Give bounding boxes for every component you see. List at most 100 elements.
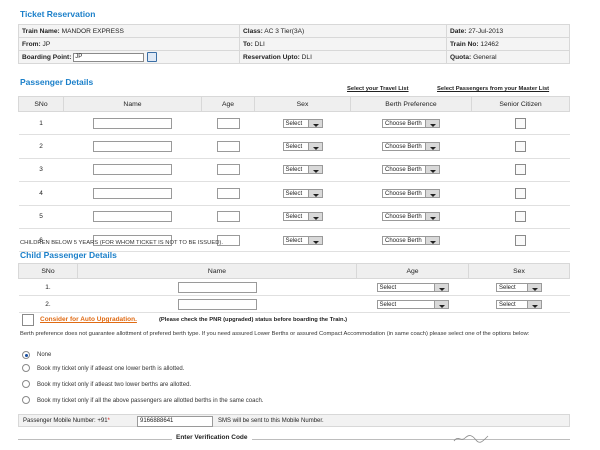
chevron-down-icon xyxy=(527,300,541,308)
travel-list-link[interactable]: Select your Travel List xyxy=(347,86,409,92)
passenger-age-input[interactable] xyxy=(216,187,240,199)
row-sno: 1 xyxy=(18,111,64,136)
passenger-berth-select[interactable]: Choose Berth xyxy=(382,165,440,175)
boarding-label: Boarding Point: xyxy=(22,53,72,61)
from-value: JP xyxy=(42,40,51,48)
quota-value: General xyxy=(473,53,497,61)
child-age-select[interactable]: Select xyxy=(376,282,449,292)
option-none-radio[interactable] xyxy=(22,351,30,359)
table-row: 4 Select Choose Berth xyxy=(18,181,570,206)
train-no-label: Train No: xyxy=(450,40,479,48)
passenger-name-input[interactable] xyxy=(93,164,172,176)
mobile-row: Passenger Mobile Number: +91* 9166888641… xyxy=(18,414,570,427)
row-sno: 3 xyxy=(18,158,64,183)
header-sex: Sex xyxy=(254,96,351,112)
senior-citizen-checkbox[interactable] xyxy=(515,211,526,223)
class-value: AC 3 Tier(3A) xyxy=(264,27,305,35)
chevron-down-icon xyxy=(307,119,322,127)
header-senior: Senior Citizen xyxy=(471,96,570,112)
mobile-number-input[interactable]: 9166888641 xyxy=(137,416,213,427)
auto-upgrade-link[interactable]: Consider for Auto Upgradation. xyxy=(40,316,137,323)
required-marker: * xyxy=(107,418,110,424)
chevron-down-icon xyxy=(527,283,541,291)
mobile-sms-note: SMS will be sent to this Mobile Number. xyxy=(218,418,324,424)
child-header-sno: SNo xyxy=(18,263,78,279)
passenger-name-input[interactable] xyxy=(93,211,172,223)
passenger-sex-select[interactable]: Select xyxy=(282,118,323,128)
passenger-age-input[interactable] xyxy=(216,164,240,176)
to-label: To: xyxy=(243,40,253,48)
child-name-input[interactable] xyxy=(177,281,257,293)
captcha-scribble-icon xyxy=(453,435,489,443)
master-list-link[interactable]: Select Passengers from your Master List xyxy=(437,86,549,92)
chevron-down-icon xyxy=(425,143,439,151)
passenger-table-header: SNo Name Age Sex Berth Preference Senior… xyxy=(18,96,570,112)
chevron-down-icon xyxy=(433,300,448,308)
senior-citizen-checkbox[interactable] xyxy=(515,164,526,176)
children-note: CHILDREN BELOW 5 YEARS (FOR WHOM TICKET … xyxy=(20,240,223,246)
captcha-image xyxy=(452,432,492,444)
quota-cell: Quota: General xyxy=(446,50,570,64)
table-row: 3 Select Choose Berth xyxy=(18,158,570,183)
senior-citizen-checkbox[interactable] xyxy=(515,141,526,153)
passenger-name-input[interactable] xyxy=(93,141,172,153)
passenger-berth-select[interactable]: Choose Berth xyxy=(382,212,440,222)
passenger-age-input[interactable] xyxy=(216,211,240,223)
option-none-label: None xyxy=(37,352,52,358)
child-header-name: Name xyxy=(77,263,357,279)
passenger-sex-select[interactable]: Select xyxy=(282,165,323,175)
mobile-label: Passenger Mobile Number: +91* xyxy=(23,418,110,424)
table-row: 1 Select Choose Berth xyxy=(18,111,570,136)
passenger-age-input[interactable] xyxy=(216,117,240,129)
passenger-sex-select[interactable]: Select xyxy=(282,142,323,152)
child-sex-select[interactable]: Select xyxy=(496,299,542,309)
chevron-down-icon xyxy=(425,236,439,244)
child-name-input[interactable] xyxy=(177,298,257,310)
option-same-coach-radio[interactable] xyxy=(22,396,30,404)
berth-note: Berth preference does not guarantee allo… xyxy=(20,331,530,337)
passenger-berth-select[interactable]: Choose Berth xyxy=(382,118,440,128)
chevron-down-icon xyxy=(307,143,322,151)
table-row: 2. Select Select xyxy=(18,295,570,313)
table-row: 5 Select Choose Berth xyxy=(18,205,570,229)
upgrade-note: (Please check the PNR (upgraded) status … xyxy=(159,317,348,323)
option-two-lower-radio[interactable] xyxy=(22,380,30,388)
table-row: 2 Select Choose Berth xyxy=(18,134,570,159)
chevron-down-icon xyxy=(307,189,322,197)
chevron-down-icon xyxy=(433,283,448,291)
passenger-name-input[interactable] xyxy=(93,187,172,199)
passenger-berth-select[interactable]: Choose Berth xyxy=(382,235,440,245)
child-table-header: SNo Name Age Sex xyxy=(18,263,570,279)
boarding-point-lookup-icon[interactable] xyxy=(147,52,158,62)
passenger-age-input[interactable] xyxy=(216,141,240,153)
from-cell: From: JP xyxy=(18,37,240,51)
senior-citizen-checkbox[interactable] xyxy=(515,187,526,199)
auto-upgrade-checkbox[interactable] xyxy=(22,314,34,326)
senior-citizen-checkbox[interactable] xyxy=(515,117,526,129)
child-passenger-title: Child Passenger Details xyxy=(20,250,117,260)
child-sex-select[interactable]: Select xyxy=(496,282,542,292)
chevron-down-icon xyxy=(425,166,439,174)
passenger-berth-select[interactable]: Choose Berth xyxy=(382,188,440,198)
passenger-sex-select[interactable]: Select xyxy=(282,212,323,222)
passenger-sex-select[interactable]: Select xyxy=(282,188,323,198)
child-age-select[interactable]: Select xyxy=(376,299,449,309)
passenger-name-input[interactable] xyxy=(93,117,172,129)
option-two-lower-label: Book my ticket only if atleast two lower… xyxy=(37,382,192,388)
train-no-cell: Train No: 12462 xyxy=(446,37,570,51)
chevron-down-icon xyxy=(425,189,439,197)
passenger-berth-select[interactable]: Choose Berth xyxy=(382,142,440,152)
class-cell: Class: AC 3 Tier(3A) xyxy=(239,24,447,38)
upto-value: DLI xyxy=(301,53,312,61)
date-label: Date: xyxy=(450,27,467,35)
boarding-point-input[interactable]: JP xyxy=(73,52,145,62)
header-sno: SNo xyxy=(18,96,64,112)
ticket-reservation-title: Ticket Reservation xyxy=(20,9,96,19)
child-header-sex: Sex xyxy=(468,263,570,279)
chevron-down-icon xyxy=(425,119,439,127)
option-one-lower-radio[interactable] xyxy=(22,364,30,372)
header-age: Age xyxy=(201,96,255,112)
quota-label: Quota: xyxy=(450,53,472,61)
senior-citizen-checkbox[interactable] xyxy=(515,234,526,246)
passenger-sex-select[interactable]: Select xyxy=(282,235,323,245)
